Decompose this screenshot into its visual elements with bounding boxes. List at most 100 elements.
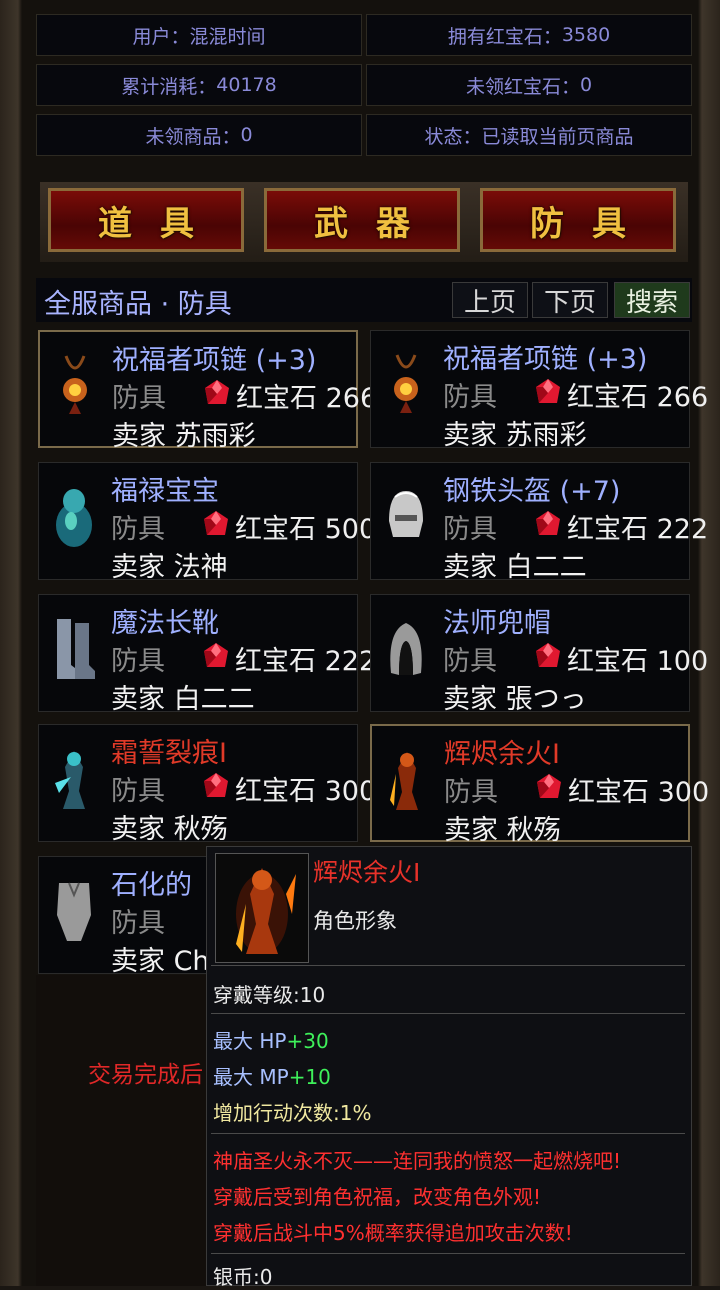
tab-weapons-label: 武器 <box>314 203 438 244</box>
helmet-icon <box>383 481 429 551</box>
necklace-icon <box>383 349 429 419</box>
tooltip-hp: 最大 HP+30 <box>213 1025 329 1054</box>
status-label: 状态： <box>424 125 482 148</box>
item-category: 防具 <box>443 382 497 413</box>
item-card[interactable]: 法师兜帽防具 红宝石 100 卖家 張つっ <box>370 594 708 715</box>
tab-weapons[interactable]: 武器 <box>264 188 460 252</box>
ruby-cell: 拥有红宝石： 3580 <box>366 14 692 56</box>
prev-page-button[interactable]: 上页 <box>452 282 528 318</box>
user-value: 混混时间 <box>189 25 266 48</box>
ruby-icon <box>534 772 564 802</box>
spent-cell: 累计消耗： 40178 <box>36 64 362 106</box>
item-price: 红宝石 300 <box>568 777 710 808</box>
tooltip-divider <box>211 965 685 966</box>
unclaimed-goods-cell: 未领商品： 0 <box>36 114 362 156</box>
item-category: 防具 <box>111 908 165 939</box>
ruby-icon <box>533 641 563 671</box>
item-seller: 卖家 Ch <box>111 946 210 977</box>
next-page-button[interactable]: 下页 <box>532 282 608 318</box>
ruby-icon <box>201 641 231 671</box>
ruby-value: 3580 <box>561 24 611 46</box>
item-category: 防具 <box>444 777 498 808</box>
unclaimed-ruby-label: 未领红宝石： <box>465 75 580 98</box>
unclaimed-ruby-cell: 未领红宝石： 0 <box>366 64 692 106</box>
item-name: 魔法长靴 <box>111 608 219 639</box>
item-price: 红宝石 100 <box>567 646 709 677</box>
item-name: 霜誓裂痕I <box>111 738 227 769</box>
ruby-icon <box>201 509 231 539</box>
tab-armor-label: 防具 <box>530 203 654 244</box>
user-cell: 用户： 混混时间 <box>36 14 362 56</box>
ruby-label: 拥有红宝石： <box>447 25 562 48</box>
item-card[interactable]: 霜誓裂痕I 防具 红宝石 300 卖家 秋殇 <box>38 724 376 845</box>
category-tabs: 道具 武器 防具 <box>40 182 688 262</box>
status-value: 已读取当前页商品 <box>481 125 634 148</box>
tooltip-mp: 最大 MP+10 <box>213 1061 331 1090</box>
item-card[interactable]: 福禄宝宝 防具 红宝石 500 卖家 法神 <box>38 462 376 583</box>
item-seller: 卖家 秋殇 <box>111 814 228 845</box>
tooltip-divider <box>211 1013 685 1014</box>
item-seller: 卖家 白二二 <box>443 552 587 583</box>
unclaimed-ruby-value: 0 <box>579 74 593 96</box>
user-label: 用户： <box>132 25 190 48</box>
item-price: 红宝石 500 <box>235 514 377 545</box>
item-name: 钢铁头盔 (+7) <box>443 476 621 507</box>
item-seller: 卖家 苏雨彩 <box>112 421 256 452</box>
tooltip-level: 穿戴等级:10 <box>213 983 326 1007</box>
item-card[interactable]: 钢铁头盔 (+7) 防具 红宝石 222 卖家 白二二 <box>370 462 708 583</box>
boots-icon <box>51 613 97 683</box>
item-name: 祝福者项链 (+3) <box>443 344 648 375</box>
item-card[interactable]: 祝福者项链 (+3) 防具 红宝石 266 卖家 苏雨彩 <box>370 330 708 451</box>
search-button[interactable]: 搜索 <box>614 282 690 318</box>
item-seller: 卖家 張つっ <box>443 684 587 715</box>
stone-armor-icon <box>51 875 97 945</box>
item-price: 红宝石 266 <box>236 383 378 414</box>
frost-avatar-icon <box>51 743 97 813</box>
tab-armor[interactable]: 防具 <box>480 188 676 252</box>
flame-avatar-icon <box>384 744 430 814</box>
item-name: 福禄宝宝 <box>111 476 219 507</box>
item-category: 防具 <box>111 776 165 807</box>
flame-avatar-icon <box>215 853 309 963</box>
item-price: 红宝石 222 <box>235 646 377 677</box>
list-header: 全服商品 · 防具 上页 下页 搜索 <box>36 278 692 322</box>
tooltip-lore-1: 神庙圣火永不灭——连同我的愤怒一起燃烧吧! <box>213 1149 622 1173</box>
item-name: 祝福者项链 (+3) <box>112 345 317 376</box>
ruby-icon <box>201 771 231 801</box>
item-category: 防具 <box>443 514 497 545</box>
item-category: 防具 <box>112 383 166 414</box>
hp-value: +30 <box>286 1029 329 1053</box>
item-price: 红宝石 300 <box>235 776 377 807</box>
ruby-icon <box>202 378 232 408</box>
item-seller: 卖家 白二二 <box>111 684 255 715</box>
item-card[interactable]: 辉烬余火I 防具 红宝石 300 卖家 秋殇 <box>370 724 709 846</box>
tooltip-item-name: 辉烬余火I <box>313 858 421 887</box>
item-category: 防具 <box>111 646 165 677</box>
tooltip-divider <box>211 1133 685 1134</box>
item-tooltip: 辉烬余火I 角色形象 穿戴等级:10 最大 HP+30 最大 MP+10 增加行… <box>206 846 692 1289</box>
mp-label: 最大 MP <box>213 1065 289 1089</box>
tooltip-action-bonus: 增加行动次数:1% <box>213 1101 372 1125</box>
list-title: 全服商品 · 防具 <box>44 289 232 320</box>
hp-label: 最大 HP <box>213 1029 287 1053</box>
spent-label: 累计消耗： <box>121 75 217 98</box>
item-card[interactable]: 祝福者项链 (+3) 防具 红宝石 266 卖家 苏雨彩 <box>38 330 377 452</box>
item-card[interactable]: 魔法长靴防具 红宝石 222 卖家 白二二 <box>38 594 376 715</box>
tooltip-lore-2: 穿戴后受到角色祝福，改变角色外观! <box>213 1185 542 1209</box>
hood-icon <box>383 613 429 683</box>
item-price: 红宝石 222 <box>567 514 709 545</box>
item-card[interactable]: 石化的 防具 卖家 Ch <box>38 856 210 977</box>
status-cell: 状态： 已读取当前页商品 <box>366 114 692 156</box>
item-price: 红宝石 266 <box>567 382 709 413</box>
ruby-icon <box>533 377 563 407</box>
item-name: 法师兜帽 <box>443 608 551 639</box>
spent-value: 40178 <box>216 74 277 96</box>
tab-items[interactable]: 道具 <box>48 188 244 252</box>
mp-value: +10 <box>288 1065 331 1089</box>
item-category: 防具 <box>443 646 497 677</box>
item-seller: 卖家 苏雨彩 <box>443 420 587 451</box>
account-stats-panel: 用户： 混混时间 拥有红宝石： 3580 累计消耗： 40178 未领红宝石： 0 未领… <box>36 14 692 156</box>
item-seller: 卖家 秋殇 <box>444 815 561 846</box>
unclaimed-goods-value: 0 <box>240 124 253 146</box>
necklace-icon <box>52 350 98 420</box>
